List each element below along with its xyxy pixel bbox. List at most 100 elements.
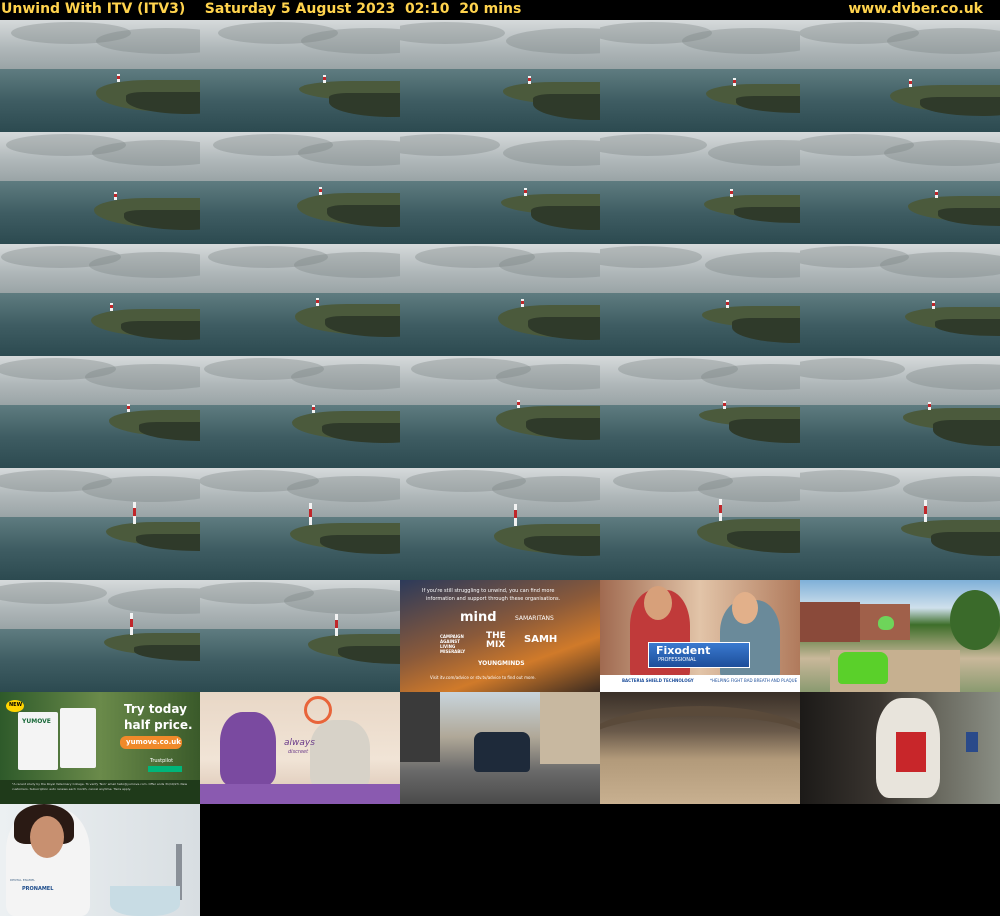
- thumbnail-15: [800, 244, 1000, 356]
- thumbnail-27: [200, 580, 400, 692]
- thumbnail-17: [200, 356, 400, 468]
- thumbnail-13: [400, 244, 600, 356]
- thumbnail-21: [0, 468, 200, 580]
- lighthouse: [312, 405, 316, 414]
- lighthouse: [126, 404, 130, 413]
- thumbnail-4: [600, 20, 800, 132]
- thumbnail-1: [0, 20, 200, 132]
- lighthouse: [315, 298, 319, 306]
- thumbnail-12: [200, 244, 400, 356]
- thumbnail-34: [600, 692, 800, 804]
- thumbnail-grid: If you're still struggling to unwind, yo…: [0, 20, 1000, 916]
- dark-car: [474, 732, 530, 772]
- building: [540, 692, 600, 764]
- thumbnail-28: If you're still struggling to unwind, yo…: [400, 580, 600, 692]
- yumove-url: yumove.co.uk: [126, 738, 181, 746]
- lighthouse: [935, 189, 939, 198]
- tree: [950, 590, 1000, 650]
- lighthouse: [520, 299, 524, 308]
- yumove-fineprint: *A recent study by the Royal Veterinary …: [12, 782, 188, 791]
- thumbnail-3: [400, 20, 600, 132]
- lighthouse: [322, 75, 326, 84]
- lighthouse: [931, 301, 935, 310]
- woman-yoga: [310, 720, 370, 790]
- lighthouse: [110, 302, 114, 311]
- headline-2: half price.: [124, 718, 193, 732]
- info-line-1: If you're still struggling to unwind, yo…: [422, 588, 555, 594]
- thumbnail-8: [400, 132, 600, 244]
- programme-title: Unwind With ITV (ITV3) Saturday 5 August…: [1, 1, 522, 17]
- lighthouse: [129, 612, 133, 635]
- fixodent-claim: *HELPING FIGHT BAD BREATH AND PLAQUE: [710, 678, 798, 683]
- lighthouse: [928, 402, 931, 411]
- woman-yoga: [220, 712, 276, 786]
- thumbnail-20: [800, 356, 1000, 468]
- new-badge-text: NEW: [9, 702, 23, 708]
- wheelie-bin: [966, 732, 978, 752]
- thumbnail-16: [0, 356, 200, 468]
- heart-icon: [878, 616, 894, 630]
- thumbnail-19: [600, 356, 800, 468]
- trustpilot: Trustpilot: [150, 758, 174, 764]
- fixodent-tagline: BACTERIA SHIELD TECHNOLOGY: [622, 678, 694, 683]
- lighthouse: [528, 76, 531, 85]
- yumove-brand: YUMOVE: [22, 718, 51, 725]
- thumbnail-5: [800, 20, 1000, 132]
- lighthouse: [726, 300, 730, 309]
- thumbnail-22: [200, 468, 400, 580]
- thumbnail-25: [800, 468, 1000, 580]
- thumbnail-9: [600, 132, 800, 244]
- always-sub: discreet: [288, 749, 309, 755]
- lighthouse: [524, 187, 528, 196]
- thumbnail-10: [800, 132, 1000, 244]
- lighthouse: [719, 498, 723, 521]
- lighthouse: [117, 74, 121, 83]
- man-face: [644, 586, 672, 620]
- thumbnail-29: Fixodent PROFESSIONAL BACTERIA SHIELD TECH…: [600, 580, 800, 692]
- thumbnail-11: [0, 244, 200, 356]
- thumbnail-33: [400, 692, 600, 804]
- lighthouse: [308, 502, 312, 525]
- samh-logo: SAMH: [524, 634, 558, 645]
- thumbnail-35: [800, 692, 1000, 804]
- thumbnail-7: [200, 132, 400, 244]
- thumbnail-26: [0, 580, 200, 692]
- lighthouse: [517, 400, 521, 409]
- thumbnail-18: [400, 356, 600, 468]
- calm-logo: CAMPAIGN AGAINST LIVING MISERABLY: [440, 634, 466, 654]
- thumbnail-6: [0, 132, 200, 244]
- woman-face: [732, 592, 758, 624]
- lighthouse: [908, 78, 912, 87]
- yumove-box: [60, 708, 96, 768]
- thumbnail-32: always discreet: [200, 692, 400, 804]
- advice-footer: Visit itv.com/advice or stv.tv/advice to…: [430, 675, 536, 680]
- lighthouse: [513, 503, 517, 526]
- lighthouse: [319, 186, 323, 195]
- site-link[interactable]: www.dvber.co.uk: [848, 0, 983, 18]
- pronamel-brand: PRONAMEL: [22, 886, 54, 892]
- lighthouse: [924, 499, 928, 522]
- presenter-face: [30, 816, 64, 858]
- fixodent-sub: PROFESSIONAL: [658, 657, 697, 663]
- fixodent-brand: Fixodent: [656, 644, 711, 657]
- lighthouse: [113, 191, 117, 200]
- always-brand: always: [284, 738, 315, 748]
- thumbnail-24: [600, 468, 800, 580]
- thumbnail-14: [600, 244, 800, 356]
- info-line-2: information and support through these or…: [426, 596, 561, 602]
- youngminds-logo: YOUNGMINDS: [478, 660, 525, 667]
- the-mix-logo: THE MIX: [486, 631, 506, 650]
- lighthouse: [722, 401, 726, 410]
- lighthouse: [729, 188, 733, 197]
- mind-logo: mind: [460, 610, 497, 625]
- building: [400, 692, 440, 762]
- house: [800, 602, 860, 642]
- green-car: [838, 652, 888, 684]
- lighthouse: [335, 613, 339, 636]
- trustpilot-stars: [148, 766, 182, 772]
- thumbnail-36: DENTAL ENAMEL PRONAMEL: [0, 804, 200, 916]
- thumbnail-30: [800, 580, 1000, 692]
- pronamel-label: DENTAL ENAMEL: [10, 878, 36, 882]
- lighthouse: [733, 77, 737, 86]
- yoga-mat: [200, 784, 400, 804]
